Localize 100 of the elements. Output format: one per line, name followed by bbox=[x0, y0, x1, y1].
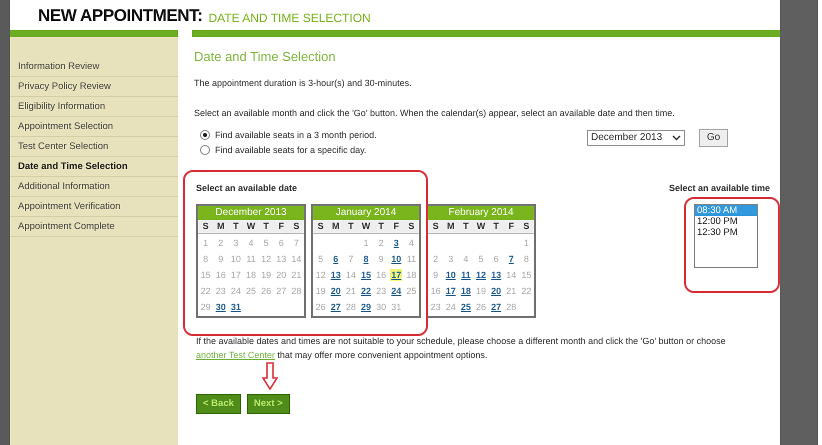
calendar-day: 26 bbox=[474, 301, 487, 313]
calendar-day[interactable]: 12 bbox=[474, 269, 487, 281]
calendar-day: 28 bbox=[505, 301, 518, 313]
calendar-day: 22 bbox=[520, 285, 532, 297]
calendar-day: 2 bbox=[378, 237, 385, 249]
time-list[interactable]: 08:30 AM 12:00 PM 12:30 PM bbox=[694, 204, 758, 268]
radio-button[interactable] bbox=[200, 145, 210, 155]
calendar-day: 5 bbox=[317, 253, 324, 265]
weekday-label: T bbox=[262, 220, 270, 233]
calendar-day[interactable]: 27 bbox=[330, 301, 342, 313]
date-label: Select an available date bbox=[196, 182, 298, 194]
calendar-day[interactable]: 27 bbox=[490, 301, 502, 313]
weekday-label: S bbox=[292, 220, 300, 233]
calendar-day: 17 bbox=[230, 269, 242, 281]
sidebar-item[interactable]: Privacy Policy Review bbox=[10, 77, 178, 97]
calendar-day: 29 bbox=[200, 301, 212, 313]
calendar-day: 2 bbox=[217, 237, 224, 249]
calendar-day[interactable]: 30 bbox=[214, 301, 227, 313]
calendar-day[interactable]: 3 bbox=[392, 237, 400, 249]
weekday-label: T bbox=[462, 220, 470, 233]
radio-button[interactable] bbox=[200, 130, 210, 140]
calendar-day[interactable]: 10 bbox=[390, 253, 402, 265]
calendar-day[interactable]: 15 bbox=[360, 269, 372, 281]
calendar-day: 16 bbox=[375, 269, 388, 281]
calendar-day[interactable]: 11 bbox=[460, 269, 472, 281]
sidebar-item[interactable]: Appointment Verification bbox=[10, 197, 178, 217]
calendar-month: February 2014 bbox=[428, 206, 534, 220]
calendar-day[interactable]: 13 bbox=[330, 269, 342, 281]
calendar-day: 27 bbox=[275, 285, 288, 297]
weekday-label: M bbox=[446, 220, 456, 233]
calendar-day: 14 bbox=[344, 269, 357, 281]
calendar-day: 23 bbox=[430, 301, 442, 313]
calendar-day[interactable]: 10 bbox=[444, 269, 457, 281]
calendar-day: 4 bbox=[462, 253, 470, 265]
time-label: Select an available time bbox=[668, 182, 770, 194]
calendar-day: 14 bbox=[505, 269, 518, 281]
weekday-label: W bbox=[246, 220, 256, 233]
time-option[interactable]: 12:30 PM bbox=[695, 227, 757, 238]
calendar-day[interactable]: 25 bbox=[460, 301, 472, 313]
calendar-day: 19 bbox=[260, 269, 272, 281]
calendar-day[interactable]: 31 bbox=[230, 301, 242, 313]
sidebar-item[interactable]: Appointment Selection bbox=[10, 117, 178, 137]
calendar-day: 22 bbox=[200, 285, 212, 297]
calendar-day[interactable]: 17 bbox=[444, 285, 457, 297]
weekday-label: W bbox=[360, 220, 372, 233]
page-title: NEW APPOINTMENT: bbox=[38, 7, 202, 24]
calendar-day[interactable]: 6 bbox=[332, 253, 340, 265]
go-button[interactable]: Go bbox=[699, 129, 728, 147]
calendar-day: 21 bbox=[290, 269, 302, 281]
calendar-day: 1 bbox=[522, 237, 530, 249]
calendar-day: 25 bbox=[244, 285, 257, 297]
weekday-label: S bbox=[432, 220, 440, 233]
calendar-day: 18 bbox=[405, 269, 418, 281]
calendar-day: 19 bbox=[474, 285, 487, 297]
chevron-down-icon bbox=[672, 135, 681, 141]
calendar-day[interactable]: 8 bbox=[362, 253, 370, 265]
calendar-month: January 2014 bbox=[313, 206, 419, 220]
calendar-day: 18 bbox=[244, 269, 257, 281]
calendar-day[interactable]: 13 bbox=[490, 269, 502, 281]
weekday-label: F bbox=[278, 220, 286, 233]
time-option[interactable]: 12:00 PM bbox=[695, 216, 757, 227]
month-dropdown[interactable]: December 2013 bbox=[587, 130, 685, 146]
radio-label: Find available seats for a specific day. bbox=[215, 144, 366, 156]
sidebar-item[interactable]: Test Center Selection bbox=[10, 137, 178, 157]
calendar-day[interactable]: 24 bbox=[390, 285, 402, 297]
calendar-day: 31 bbox=[390, 301, 402, 313]
calendar-day: 9 bbox=[217, 253, 224, 265]
calendar-day[interactable]: 22 bbox=[360, 285, 372, 297]
calendar-month: December 2013 bbox=[198, 206, 304, 220]
sidebar-item[interactable]: Additional Information bbox=[10, 177, 178, 197]
calendar-day: 15 bbox=[200, 269, 212, 281]
calendar-day[interactable]: 20 bbox=[490, 285, 502, 297]
calendar-day: 21 bbox=[344, 285, 357, 297]
sidebar-item[interactable]: Date and Time Selection bbox=[10, 157, 178, 177]
calendar-day: 1 bbox=[362, 237, 370, 249]
calendar-day: 7 bbox=[347, 253, 354, 265]
calendar-day: 28 bbox=[290, 285, 302, 297]
calendar-day: 2 bbox=[432, 253, 440, 265]
weekday-label: S bbox=[316, 220, 325, 233]
sidebar-item[interactable]: Eligibility Information bbox=[10, 97, 178, 117]
calendar-day: 8 bbox=[202, 253, 210, 265]
calendar-day: 3 bbox=[232, 237, 240, 249]
calendar-day: 21 bbox=[505, 285, 518, 297]
calendar-day: 20 bbox=[275, 269, 288, 281]
sidebar-item[interactable]: Appointment Complete bbox=[10, 217, 178, 237]
calendar-day[interactable]: 18 bbox=[460, 285, 472, 297]
calendar-day: 11 bbox=[406, 253, 418, 265]
calendar-day: 26 bbox=[260, 285, 272, 297]
section-title: Date and Time Selection bbox=[194, 49, 337, 65]
calendar-day: 5 bbox=[477, 253, 484, 265]
weekday-label: T bbox=[232, 220, 240, 233]
calendar-day[interactable]: 17 bbox=[390, 269, 402, 281]
sidebar-item[interactable]: Information Review bbox=[10, 57, 178, 77]
calendar-day: 24 bbox=[230, 285, 242, 297]
calendar-day: 23 bbox=[375, 285, 388, 297]
calendar-day[interactable]: 20 bbox=[330, 285, 342, 297]
calendar-day: 1 bbox=[202, 237, 210, 249]
calendar-day[interactable]: 29 bbox=[360, 301, 372, 313]
calendar-day: 10 bbox=[230, 253, 242, 265]
calendar-day[interactable]: 7 bbox=[508, 253, 515, 265]
